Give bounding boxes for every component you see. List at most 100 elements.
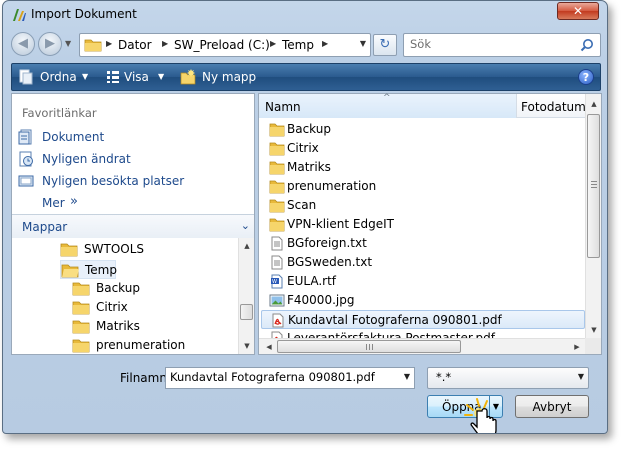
file-row[interactable]: Scan	[261, 196, 585, 215]
scroll-up-icon[interactable]: ▲	[586, 96, 602, 112]
tree-label: SWTOOLS	[84, 242, 145, 256]
folders-scrollbar[interactable]: ▲ ▼	[238, 238, 254, 354]
forward-button[interactable]: ▶	[38, 32, 62, 56]
folder-icon	[269, 123, 285, 137]
chevron-down-icon[interactable]: ▼	[404, 372, 410, 381]
breadcrumb-temp[interactable]: Temp	[282, 38, 314, 52]
folder-icon	[269, 180, 285, 194]
tree-item-matriks[interactable]: Matriks	[72, 317, 182, 336]
tree-item-backup[interactable]: Backup	[72, 279, 182, 298]
command-toolbar: Ordna ▼ Visa ▼ Ny mapp ?	[11, 63, 601, 91]
tree-item-swtools[interactable]: SWTOOLS	[60, 240, 170, 259]
file-row[interactable]: VPN-klient EdgeIT	[261, 215, 585, 234]
file-name: prenumeration	[287, 179, 377, 193]
scroll-down-icon[interactable]: ▼	[586, 322, 602, 338]
file-row[interactable]: prenumeration	[261, 177, 585, 196]
sort-ascending-icon: ^	[383, 93, 391, 103]
column-header-name[interactable]: ^ Namn	[259, 93, 517, 118]
scroll-thumb[interactable]	[240, 304, 253, 320]
file-name: Citrix	[287, 141, 319, 155]
organize-dropdown-icon[interactable]: ▼	[82, 64, 88, 90]
file-row[interactable]: Kundavtal Fotograferna 090801.pdf	[261, 310, 585, 329]
cancel-button[interactable]: Avbryt	[515, 395, 589, 418]
close-button[interactable]: ✕	[557, 2, 599, 20]
favorite-label: Dokument	[42, 130, 105, 144]
app-icon	[13, 9, 26, 21]
favorite-item-documents[interactable]: Dokument	[12, 126, 252, 148]
breadcrumb-separator-icon[interactable]: ▶	[162, 39, 168, 48]
file-name: F40000.jpg	[287, 293, 355, 307]
file-row[interactable]: BGSweden.txt	[261, 253, 585, 272]
folder-icon	[72, 320, 90, 334]
search-input[interactable]	[410, 37, 570, 51]
tree-item-temp[interactable]: Temp	[60, 260, 117, 279]
address-dropdown-icon[interactable]: ▼	[360, 39, 366, 48]
file-row[interactable]: Matriks	[261, 158, 585, 177]
tree-label: prenumeration	[96, 338, 186, 352]
file-name: VPN-klient EdgeIT	[287, 217, 394, 231]
scroll-up-icon[interactable]: ▲	[239, 238, 255, 254]
file-row[interactable]: Citrix	[261, 139, 585, 158]
refresh-button[interactable]: ↻	[373, 34, 397, 56]
favorite-item-recent-changed[interactable]: Nyligen ändrat	[12, 148, 252, 170]
chevron-down-icon[interactable]: ▼	[578, 372, 584, 381]
file-name: EULA.rtf	[287, 274, 337, 288]
chevron-down-icon[interactable]: ⌄	[241, 219, 250, 232]
organize-icon	[19, 69, 33, 85]
more-chevron-icon[interactable]: »	[70, 194, 78, 209]
view-button[interactable]: Visa	[124, 64, 149, 90]
file-name: Kundavtal Fotograferna 090801.pdf	[288, 313, 502, 327]
cancel-button-label: Avbryt	[532, 400, 572, 414]
view-dropdown-icon[interactable]: ▼	[158, 64, 164, 90]
favorite-item-recent-places[interactable]: Nyligen besökta platser	[12, 170, 252, 192]
search-icon[interactable]	[580, 38, 594, 52]
file-list-vertical-scrollbar[interactable]: ▲ ▼	[585, 94, 601, 338]
file-row[interactable]: Backup	[261, 120, 585, 139]
import-dialog: Import Dokument ✕ ◀ ▶ ▼ ▶ Dator ▶ SW_Pre…	[2, 0, 608, 434]
scroll-left-icon[interactable]: ◀	[261, 339, 277, 355]
file-row[interactable]: W EULA.rtf	[261, 272, 585, 291]
svg-text:W: W	[272, 279, 277, 285]
filename-input[interactable]	[170, 370, 390, 384]
tree-label: Temp	[85, 263, 117, 277]
help-label: ?	[582, 71, 590, 84]
folder-icon	[269, 218, 285, 232]
column-header-date[interactable]: Fotodatum	[521, 100, 586, 114]
view-icon	[107, 71, 119, 83]
tree-item-citrix[interactable]: Citrix	[72, 298, 182, 317]
back-arrow-icon: ◀	[18, 36, 28, 51]
breadcrumb-separator-icon[interactable]: ▶	[322, 39, 328, 48]
more-link[interactable]: Mer	[42, 196, 65, 210]
file-list-horizontal-scrollbar[interactable]: ◀ ▶	[259, 338, 585, 354]
organize-button[interactable]: Ordna	[40, 64, 77, 90]
scroll-down-icon[interactable]: ▼	[239, 338, 255, 354]
tree-item-prenumeration[interactable]: prenumeration	[72, 336, 212, 355]
new-folder-button[interactable]: Ny mapp	[202, 64, 256, 90]
filename-combobox[interactable]: ▼	[165, 367, 415, 389]
tree-label: Matriks	[96, 319, 140, 333]
scroll-right-icon[interactable]: ▶	[569, 339, 585, 355]
file-row[interactable]: F40000.jpg	[261, 291, 585, 310]
breadcrumb-dator[interactable]: Dator	[118, 38, 152, 52]
scroll-thumb[interactable]	[277, 340, 461, 353]
documents-icon	[18, 129, 32, 145]
breadcrumb-drive[interactable]: SW_Preload (C:)	[174, 38, 270, 52]
breadcrumb-separator-icon[interactable]: ▶	[106, 39, 112, 48]
scroll-thumb[interactable]	[587, 114, 600, 258]
back-button[interactable]: ◀	[11, 32, 35, 56]
history-dropdown-icon[interactable]: ▼	[65, 39, 71, 48]
file-name: Matriks	[287, 160, 331, 174]
search-box[interactable]	[403, 33, 601, 57]
window-title: Import Dokument	[31, 7, 137, 21]
txt-file-icon	[271, 255, 283, 270]
folders-header-bar[interactable]: Mappar ⌄	[12, 214, 254, 238]
breadcrumb-separator-icon[interactable]: ▶	[270, 39, 276, 48]
help-icon[interactable]: ?	[578, 69, 594, 85]
file-row[interactable]: BGforeign.txt	[261, 234, 585, 253]
file-name: BGforeign.txt	[287, 236, 367, 250]
file-type-filter[interactable]: *.* ▼	[427, 367, 589, 389]
recent-changed-icon	[19, 151, 33, 167]
address-bar[interactable]: ▶ Dator ▶ SW_Preload (C:) ▶ Temp ▶ ▼	[79, 33, 371, 57]
file-type-filter-value: *.*	[436, 370, 452, 384]
column-header-label: Namn	[265, 100, 301, 114]
